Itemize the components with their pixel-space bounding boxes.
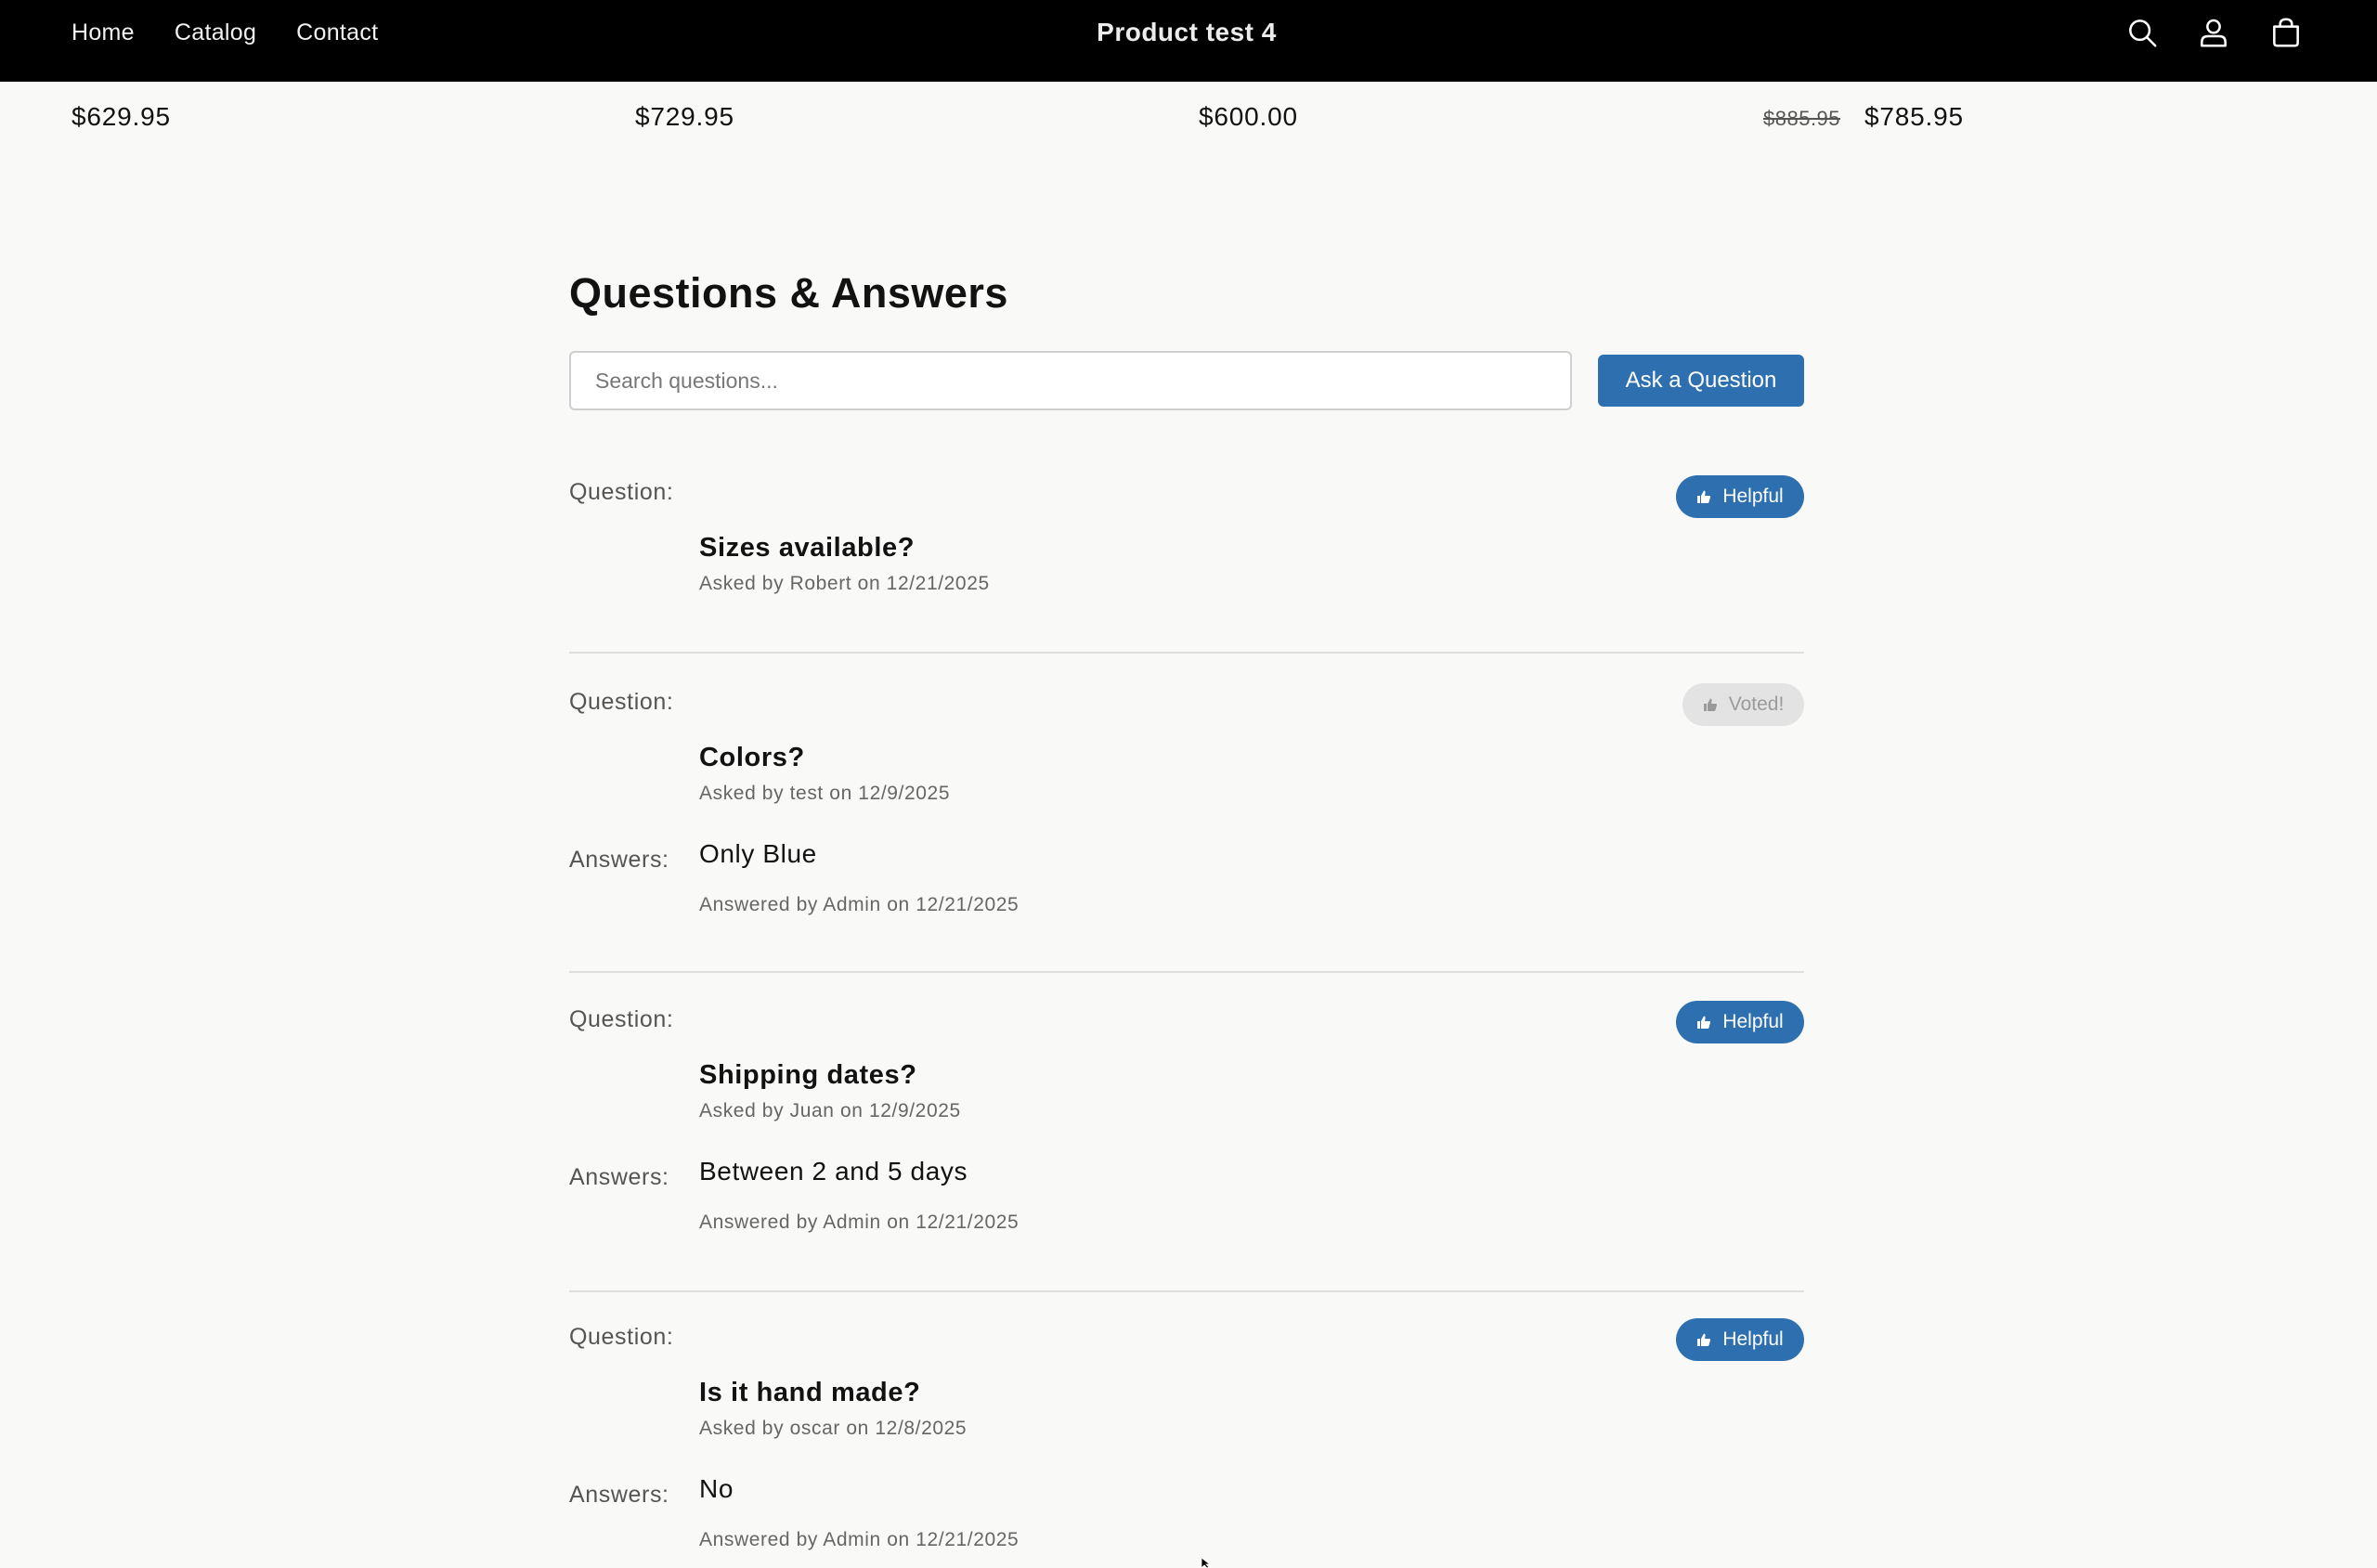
answer-text: No	[699, 1474, 734, 1503]
question-meta: Asked by Juan on 12/9/2025	[699, 1100, 961, 1121]
account-icon[interactable]	[2192, 11, 2235, 54]
answer-meta: Answered by Admin on 12/21/2025	[699, 1529, 1020, 1550]
question-meta: Asked by oscar on 12/8/2025	[699, 1418, 968, 1439]
thumbs-up-icon	[1697, 1333, 1711, 1346]
helpful-button[interactable]: Helpful	[1676, 1318, 1804, 1361]
helpful-button[interactable]: Helpful	[1676, 1001, 1804, 1043]
qa-search-row: Ask a Question	[569, 351, 1804, 412]
qa-item: Question: Is it hand made? Asked by osca…	[569, 1292, 1804, 1568]
product-price: $729.95	[635, 102, 734, 131]
answer-text: Only Blue	[699, 839, 817, 868]
question-label: Question:	[569, 479, 674, 505]
question-text: Sizes available?	[699, 533, 916, 563]
question-text: Shipping dates?	[699, 1060, 917, 1090]
ask-question-button[interactable]: Ask a Question	[1598, 355, 1804, 407]
answer-meta: Answered by Admin on 12/21/2025	[699, 894, 1020, 915]
question-label: Question:	[569, 1324, 674, 1350]
product-price: $629.95	[71, 102, 171, 131]
qa-item: Question: Sizes available? Asked by Robe…	[569, 464, 1804, 654]
question-meta: Asked by Robert on 12/21/2025	[699, 573, 990, 594]
helpful-label: Helpful	[1722, 1011, 1784, 1032]
helpful-label: Helpful	[1722, 486, 1784, 507]
helpful-label: Helpful	[1722, 1328, 1784, 1350]
site-header: Home Catalog Contact Product test 4	[0, 0, 2377, 82]
answer-text: Between 2 and 5 days	[699, 1157, 968, 1186]
helpful-button[interactable]: Helpful	[1676, 475, 1804, 518]
site-title[interactable]: Product test 4	[0, 0, 2373, 65]
question-text: Is it hand made?	[699, 1378, 921, 1407]
qa-item: Question: Shipping dates? Asked by Juan …	[569, 973, 1804, 1292]
search-icon[interactable]	[2121, 11, 2163, 54]
answers-label: Answers:	[569, 1482, 669, 1508]
voted-button[interactable]: Voted!	[1682, 683, 1804, 726]
product-price-group: $885.95 $785.95	[1763, 102, 1964, 132]
question-label: Question:	[569, 1006, 674, 1032]
question-label: Question:	[569, 689, 674, 715]
product-compare-price: $885.95	[1763, 107, 1841, 130]
qa-title: Questions & Answers	[569, 269, 1008, 317]
thumbs-up-icon	[1697, 490, 1711, 503]
answers-label: Answers:	[569, 1164, 669, 1190]
question-text: Colors?	[699, 743, 805, 772]
search-questions-input[interactable]	[569, 351, 1572, 410]
product-sale-price: $785.95	[1864, 102, 1964, 131]
qa-section: Questions & Answers Ask a Question Quest…	[569, 269, 1804, 1550]
thumbs-up-icon	[1703, 698, 1717, 711]
cart-icon[interactable]	[2265, 11, 2307, 54]
voted-label: Voted!	[1728, 693, 1785, 715]
qa-item: Question: Colors? Asked by test on 12/9/…	[569, 654, 1804, 973]
mouse-cursor-icon	[1201, 1558, 1211, 1568]
product-price: $600.00	[1199, 102, 1298, 131]
thumbs-up-icon	[1697, 1016, 1711, 1029]
question-meta: Asked by test on 12/9/2025	[699, 783, 951, 804]
answers-label: Answers:	[569, 847, 669, 873]
answer-meta: Answered by Admin on 12/21/2025	[699, 1212, 1020, 1233]
